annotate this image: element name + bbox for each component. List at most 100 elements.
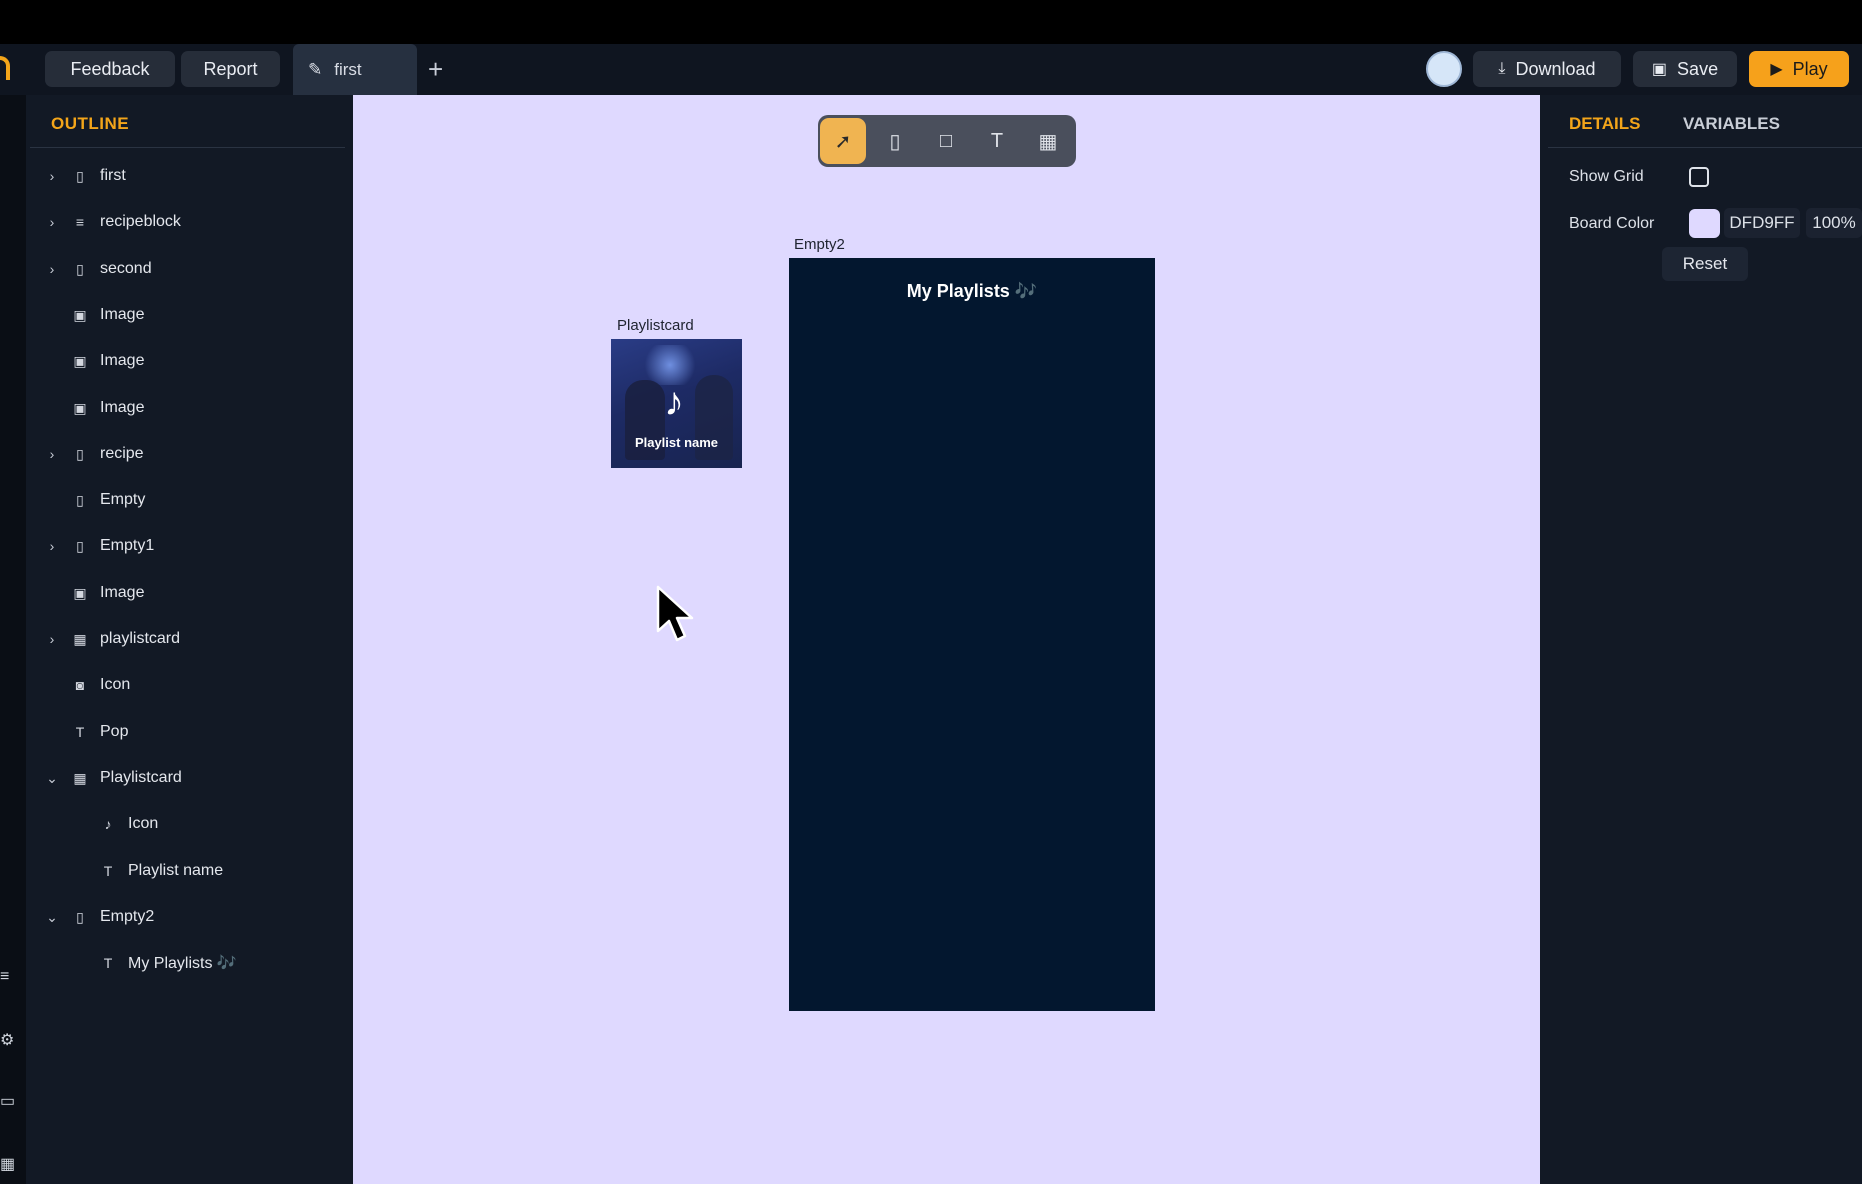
empty2-frame[interactable] [789,258,1155,1011]
outline-item[interactable]: ♪ Icon [30,809,345,839]
save-icon: ▣ [1651,61,1668,78]
text-icon: T [103,863,113,879]
text-icon: T [75,724,85,740]
components-tool-button[interactable]: ▦ [1025,118,1071,164]
frame-icon: ▯ [76,445,84,462]
board-color-swatch[interactable] [1689,209,1720,238]
phone-frame-icon: ▯ [889,130,901,153]
outline-item-label: My Playlists 🎶 [128,955,237,972]
report-button[interactable]: Report [181,51,280,87]
left-rail: ≡ ⚙ ▭ ▦ [0,95,26,1184]
layers-icon[interactable]: ≡ [0,968,14,986]
folder-icon[interactable]: ▭ [0,1091,15,1111]
outline-item-label: Playlist name [128,862,224,879]
text-tool-button[interactable]: T [974,118,1020,164]
outline-item-label: Image [100,306,145,323]
table-icon[interactable]: ▦ [0,1154,15,1174]
save-label: Save [1677,58,1719,79]
save-button[interactable]: ▣ Save [1633,51,1737,87]
chevron-right-icon[interactable]: › [45,261,59,277]
tab-first[interactable]: ✎ first [293,44,417,95]
image-icon: ▣ [73,306,87,323]
image-icon: ▣ [73,399,87,416]
board-color-label: Board Color [1569,215,1655,232]
outline-item[interactable]: › ▯ recipe [30,439,345,469]
outline-item-label: playlistcard [100,630,181,647]
chevron-down-icon[interactable]: ⌄ [45,770,59,787]
window-top-strip [0,0,1862,44]
board-color-hex-input[interactable]: DFD9FF [1724,208,1800,238]
outline-item[interactable]: ⌄ ▯ Empty2 [30,902,345,932]
outline-item[interactable]: › ▯ second [30,254,345,284]
empty2-frame-label: Empty2 [794,236,845,253]
image-icon: ▣ [73,352,87,369]
outline-item-label: Icon [128,815,159,832]
components-icon: ▦ [1038,130,1058,153]
chevron-right-icon[interactable]: › [45,214,59,230]
chevron-right-icon[interactable]: › [45,168,59,184]
outline-item-label: Pop [100,723,129,740]
outline-item[interactable]: › ≡ recipeblock [30,207,345,237]
download-label: Download [1515,58,1596,79]
outline-item-label: Empty [100,491,146,508]
chevron-down-icon[interactable]: ⌄ [45,909,59,926]
frame-icon: ▯ [76,537,84,554]
outline-item[interactable]: ▣ Image [30,300,345,330]
phone-frame-tool-button[interactable]: ▯ [872,118,918,164]
music-note-icon: ♪ [104,816,112,832]
outline-item[interactable]: ▯ Empty [30,485,345,515]
outline-item[interactable]: › ▯ first [30,161,345,191]
feedback-button[interactable]: Feedback [45,51,175,87]
outline-item[interactable]: › ▦ playlistcard [30,624,345,654]
outline-item-label: Image [100,584,145,601]
tab-variables[interactable]: VARIABLES [1683,114,1780,134]
show-grid-label: Show Grid [1569,168,1644,185]
play-label: Play [1792,58,1828,79]
outline-item-label: Icon [100,676,131,693]
stage-light [640,345,700,385]
outline-item-label: Empty2 [100,908,155,925]
outline-item-label: recipe [100,445,144,462]
outline-item[interactable]: T Pop [30,717,345,747]
outline-item-label: second [100,260,152,277]
outline-item[interactable]: ▣ Image [30,578,345,608]
chevron-right-icon[interactable]: › [45,446,59,462]
outline-item[interactable]: T My Playlists 🎶 [30,948,345,978]
mouse-cursor-icon [656,585,694,642]
outline-item[interactable]: › ▯ Empty1 [30,531,345,561]
component-icon: ▦ [73,769,87,786]
rectangle-icon: □ [939,129,953,152]
tab-details[interactable]: DETAILS [1569,114,1640,134]
my-playlists-text: My Playlists 🎶 [906,281,1038,301]
reset-button[interactable]: Reset [1662,247,1748,281]
outline-item[interactable]: ▣ Image [30,346,345,376]
pointer-icon: ➚ [834,130,852,153]
icon-node-icon: ◙ [75,677,85,693]
text-icon: T [990,129,1004,152]
chevron-right-icon[interactable]: › [45,631,59,647]
frame-icon: ▯ [76,491,84,508]
show-grid-checkbox[interactable] [1689,167,1709,187]
board-color-opacity-input[interactable]: 100% [1806,208,1862,238]
download-button[interactable]: ⤓ Download [1473,51,1621,87]
playlistcard-frame-label: Playlistcard [617,317,694,334]
outline-title: OUTLINE [51,114,130,133]
outline-item[interactable]: ⌄ ▦ Playlistcard [30,763,345,793]
outline-item-label: Empty1 [100,537,155,554]
outline-item-label: Image [100,352,145,369]
play-icon: ▶ [1770,61,1783,78]
chevron-right-icon[interactable]: › [45,538,59,554]
avatar[interactable] [1426,51,1462,87]
gear-icon[interactable]: ⚙ [0,1030,14,1050]
outline-item[interactable]: ▣ Image [30,393,345,423]
play-button[interactable]: ▶ Play [1749,51,1849,87]
outline-item[interactable]: ◙ Icon [30,670,345,700]
rectangle-tool-button[interactable]: □ [923,118,969,164]
tab-label: first [334,59,362,79]
download-icon: ⤓ [1498,60,1506,77]
text-icon: T [103,955,113,971]
add-tab-button[interactable]: + [428,54,443,85]
select-tool-button[interactable]: ➚ [820,118,866,164]
outline-item[interactable]: T Playlist name [30,856,345,886]
frame-icon: ▯ [76,260,84,277]
